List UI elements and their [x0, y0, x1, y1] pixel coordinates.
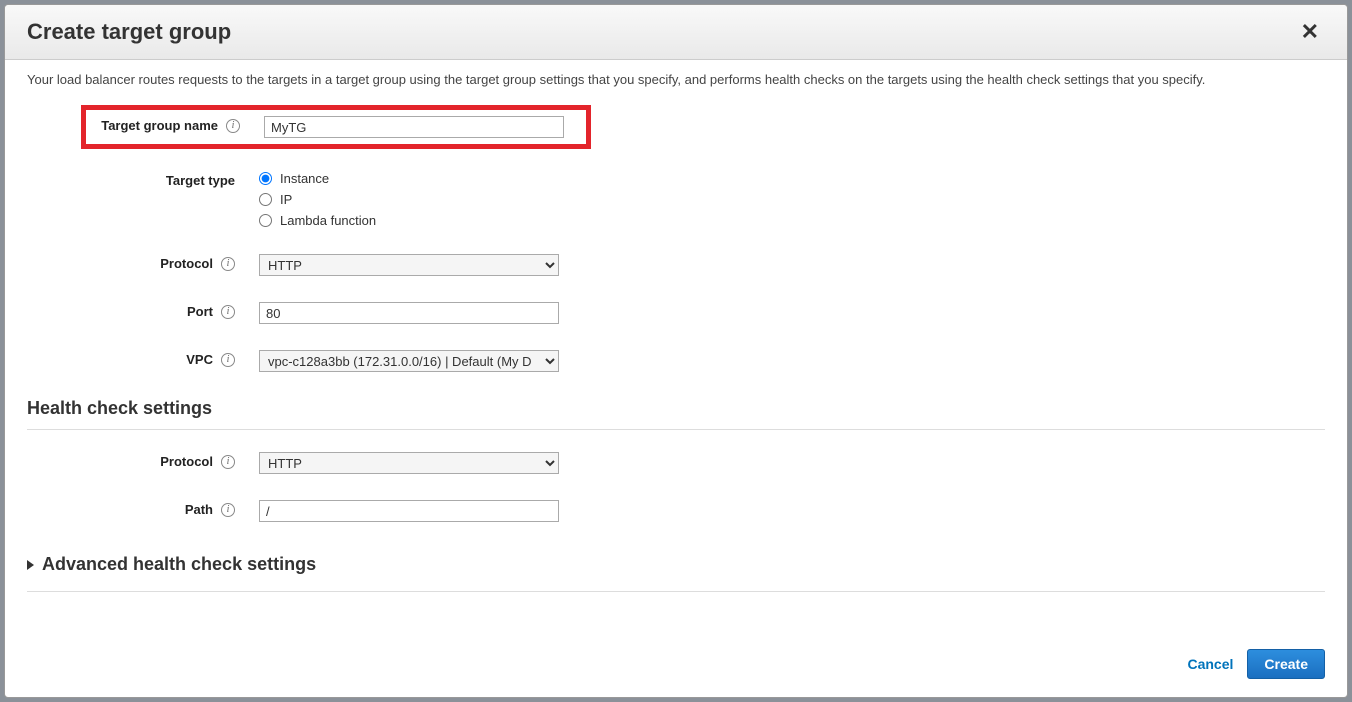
label-col: Port i: [27, 302, 259, 319]
control-col: Instance IP Lambda function: [259, 171, 1325, 228]
info-icon[interactable]: i: [226, 119, 240, 133]
close-icon: ✕: [1301, 19, 1319, 44]
target-type-radio-group: Instance IP Lambda function: [259, 171, 1315, 228]
close-button[interactable]: ✕: [1295, 19, 1325, 45]
port-label: Port: [187, 304, 213, 319]
vpc-label: VPC: [186, 352, 213, 367]
info-icon[interactable]: i: [221, 305, 235, 319]
control-col: vpc-c128a3bb (172.31.0.0/16) | Default (…: [259, 350, 1325, 372]
row-protocol: Protocol i HTTP: [27, 254, 1325, 276]
vpc-select[interactable]: vpc-c128a3bb (172.31.0.0/16) | Default (…: [259, 350, 559, 372]
target-group-name-label: Target group name: [101, 118, 218, 133]
protocol-select[interactable]: HTTP: [259, 254, 559, 276]
control-col: [259, 500, 1325, 522]
radio-label: IP: [280, 192, 292, 207]
radio-label: Lambda function: [280, 213, 376, 228]
info-icon[interactable]: i: [221, 455, 235, 469]
hc-protocol-label: Protocol: [160, 454, 213, 469]
row-port: Port i: [27, 302, 1325, 324]
row-vpc: VPC i vpc-c128a3bb (172.31.0.0/16) | Def…: [27, 350, 1325, 372]
hc-path-input[interactable]: [259, 500, 559, 522]
info-icon[interactable]: i: [221, 257, 235, 271]
create-target-group-modal: Create target group ✕ Your load balancer…: [4, 4, 1348, 698]
row-hc-path: Path i: [27, 500, 1325, 522]
control-col: HTTP: [259, 254, 1325, 276]
modal-footer: Cancel Create: [5, 633, 1347, 697]
row-hc-protocol: Protocol i HTTP: [27, 452, 1325, 474]
radio-item-lambda[interactable]: Lambda function: [259, 213, 1315, 228]
modal-header: Create target group ✕: [5, 5, 1347, 60]
caret-right-icon: [27, 560, 34, 570]
advanced-health-check-toggle[interactable]: Advanced health check settings: [27, 548, 1325, 592]
cancel-button[interactable]: Cancel: [1187, 656, 1233, 672]
info-icon[interactable]: i: [221, 353, 235, 367]
radio-item-ip[interactable]: IP: [259, 192, 1315, 207]
modal-body: Your load balancer routes requests to th…: [5, 60, 1347, 633]
target-group-name-input[interactable]: [264, 116, 564, 138]
control-col: [264, 116, 582, 138]
label-col: Target group name i: [86, 116, 264, 133]
info-icon[interactable]: i: [221, 503, 235, 517]
label-col: Protocol i: [27, 254, 259, 271]
row-target-type: Target type Instance IP Lambda function: [27, 171, 1325, 228]
intro-text: Your load balancer routes requests to th…: [27, 72, 1325, 87]
create-button[interactable]: Create: [1247, 649, 1325, 679]
row-target-group-name: Target group name i: [81, 105, 591, 149]
label-col: Target type: [27, 171, 259, 188]
hc-path-label: Path: [185, 502, 213, 517]
port-input[interactable]: [259, 302, 559, 324]
radio-item-instance[interactable]: Instance: [259, 171, 1315, 186]
label-col: VPC i: [27, 350, 259, 367]
radio-label: Instance: [280, 171, 329, 186]
radio-ip[interactable]: [259, 193, 272, 206]
protocol-label: Protocol: [160, 256, 213, 271]
health-check-section-title: Health check settings: [27, 398, 1325, 430]
control-col: HTTP: [259, 452, 1325, 474]
label-col: Protocol i: [27, 452, 259, 469]
modal-title: Create target group: [27, 19, 231, 45]
label-col: Path i: [27, 500, 259, 517]
radio-lambda[interactable]: [259, 214, 272, 227]
advanced-hc-title: Advanced health check settings: [42, 554, 316, 575]
radio-instance[interactable]: [259, 172, 272, 185]
control-col: [259, 302, 1325, 324]
target-type-label: Target type: [166, 173, 235, 188]
hc-protocol-select[interactable]: HTTP: [259, 452, 559, 474]
